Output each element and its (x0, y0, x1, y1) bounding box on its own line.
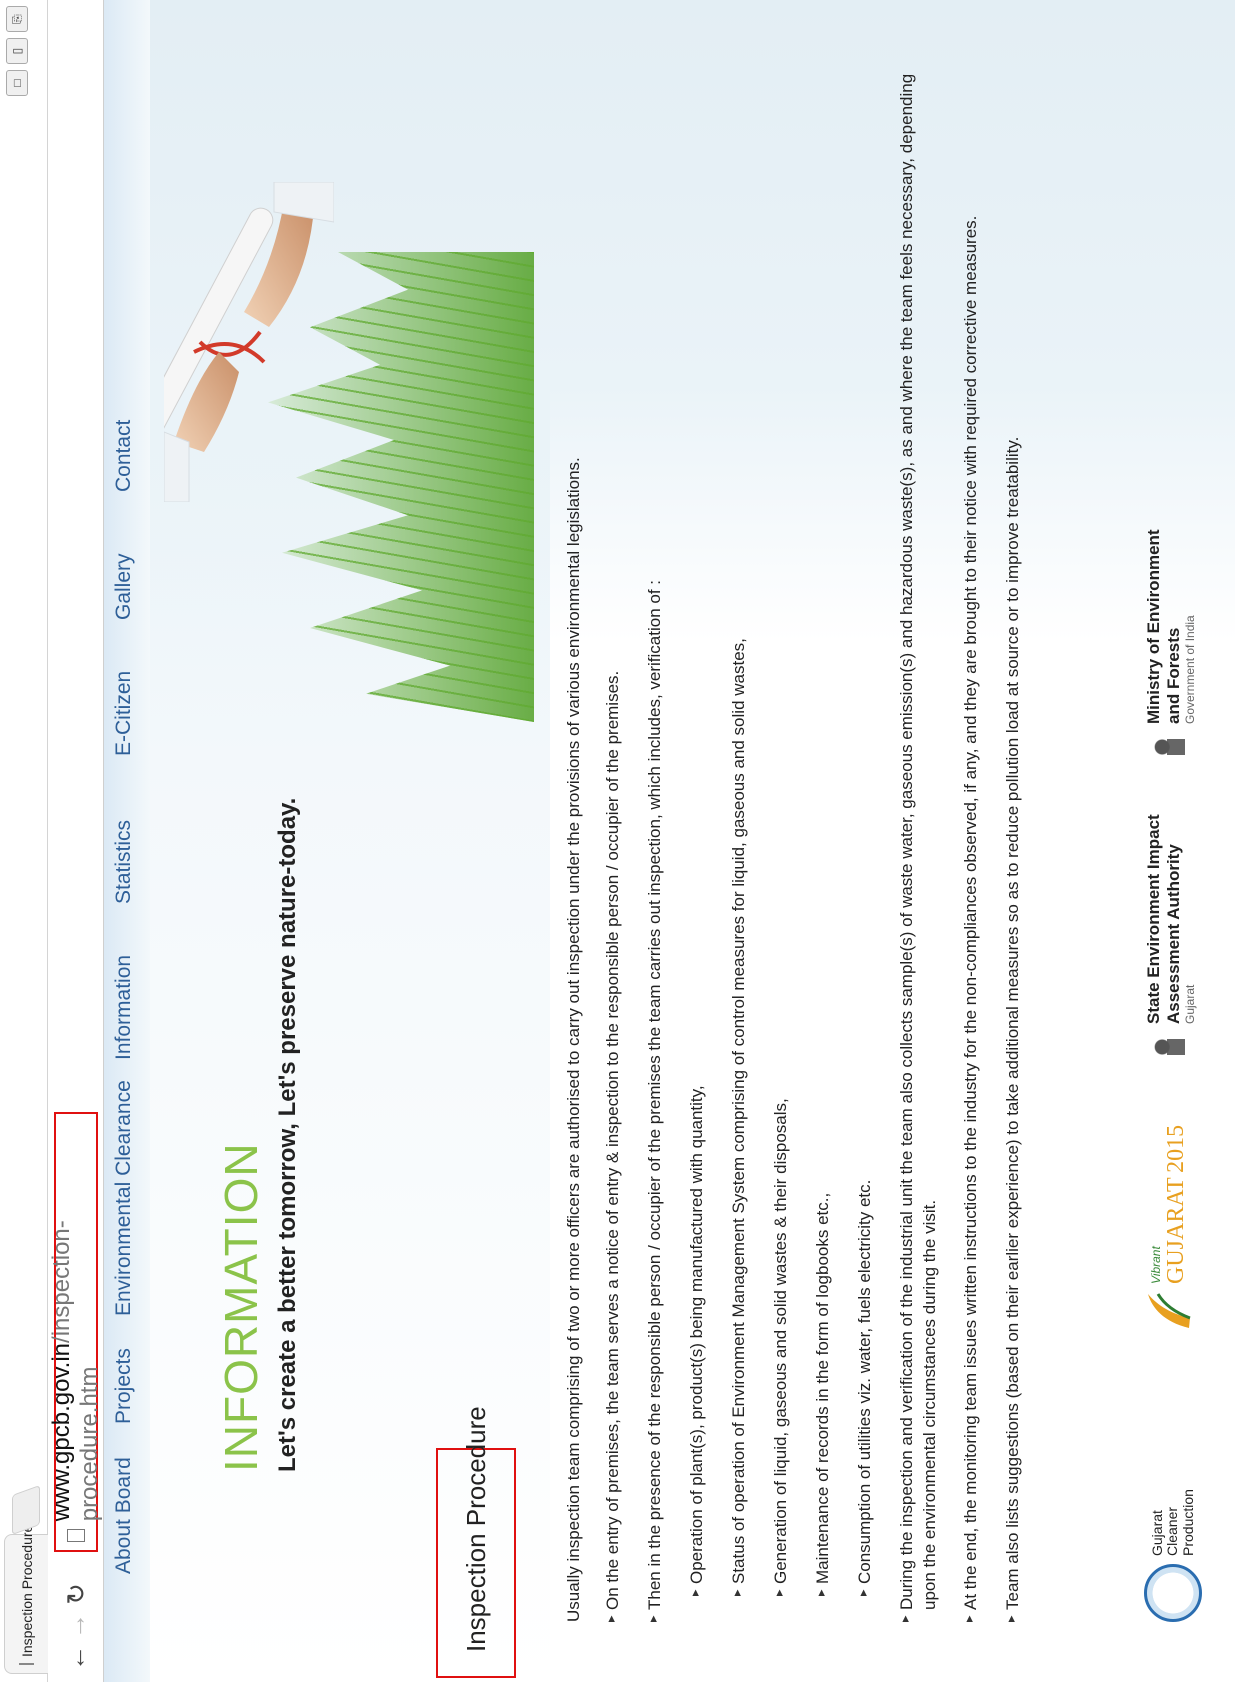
hero-hands-scroll-image (164, 182, 334, 502)
site-navbar: About Board Projects Environmental Clear… (104, 0, 150, 1682)
browser-tabstrip: Inspection Procedure × □ ▯ ⎘ (0, 0, 48, 1682)
section-title: Inspection Procedure (460, 1406, 491, 1652)
procedure-list-continued: During the inspection and verification o… (896, 32, 1026, 1622)
nav-contact[interactable]: Contact (112, 420, 136, 492)
info-heading: INFORMATION (215, 1142, 267, 1472)
minimize-button[interactable]: □ (6, 70, 28, 96)
moef-text: Ministry of Environment and Forests Gove… (1144, 529, 1198, 724)
nav-information[interactable]: Information (112, 955, 136, 1060)
new-tab-button[interactable] (12, 1484, 40, 1536)
vibrant-gujarat-text: Vibrant GUJARAT 2015 (1148, 1124, 1189, 1284)
gujarat-cleaner-production-logo[interactable]: Gujarat Cleaner Production (1144, 1489, 1202, 1622)
section-heading: Inspection Procedure (436, 1406, 516, 1678)
nav-projects[interactable]: Projects (112, 1348, 136, 1424)
url-text: www.gpcb.gov.in/inspection-procedure.htm (48, 1114, 104, 1521)
list-item: Consumption of utilities viz. water, fue… (854, 32, 877, 1596)
restore-button[interactable]: ⎘ (6, 6, 28, 32)
nav-environmental-clearance[interactable]: Environmental Clearance (112, 1080, 136, 1316)
browser-toolbar: ← → ↻ www.gpcb.gov.in/inspection-procedu… (48, 0, 104, 1682)
seiaa-logo[interactable]: State Environment Impact Assessment Auth… (1144, 814, 1197, 1062)
list-item: On the entry of premises, the team serve… (602, 32, 625, 1622)
content-body: Usually inspection team comprising of tw… (564, 32, 1044, 1622)
nav-e-citizen[interactable]: E-Citizen (112, 671, 136, 756)
forward-arrow-icon[interactable]: → (60, 1610, 92, 1642)
window-controls: □ ▯ ⎘ (6, 6, 28, 96)
intro-paragraph: Usually inspection team comprising of tw… (564, 457, 583, 1622)
reload-icon[interactable]: ↻ (60, 1578, 92, 1610)
list-item: Team also lists suggestions (based on th… (1002, 32, 1025, 1622)
verification-list: Operation of plant(s), product(s) being … (686, 32, 877, 1622)
nav-statistics[interactable]: Statistics (112, 820, 136, 904)
address-bar[interactable]: www.gpcb.gov.in/inspection-procedure.htm (48, 1112, 103, 1552)
tagline: Let's create a better tomorrow, Let's pr… (274, 797, 301, 1472)
national-emblem-icon (1148, 732, 1193, 762)
browser-tab[interactable]: Inspection Procedure × (4, 1510, 48, 1674)
tab-title: Inspection Procedure (18, 1524, 35, 1657)
page-icon (67, 1529, 85, 1542)
seiaa-text: State Environment Impact Assessment Auth… (1144, 814, 1198, 1024)
vibrant-gujarat-swoosh-icon (1148, 1293, 1191, 1328)
nav-about-board[interactable]: About Board (112, 1457, 136, 1574)
moef-logo[interactable]: Ministry of Environment and Forests Gove… (1144, 529, 1197, 762)
url-domain: www.gpcb.gov.in (48, 1342, 75, 1522)
procedure-list: On the entry of premises, the team serve… (602, 32, 667, 1622)
list-item: Maintenance of records in the form of lo… (812, 32, 835, 1596)
gcp-text: Gujarat Cleaner Production (1148, 1489, 1196, 1556)
nav-gallery[interactable]: Gallery (112, 553, 136, 620)
gcp-emblem-icon (1144, 1564, 1202, 1622)
list-item: During the inspection and verification o… (896, 32, 942, 1622)
national-emblem-icon (1148, 1032, 1193, 1062)
back-arrow-icon[interactable]: ← (60, 1642, 92, 1674)
list-item: Generation of liquid, gaseous and solid … (770, 32, 793, 1596)
page-icon (19, 1663, 34, 1665)
maximize-button[interactable]: ▯ (6, 38, 28, 64)
hero-text: INFORMATION Let's create a better tomorr… (214, 798, 302, 1472)
footer-logos: Gujarat Cleaner Production Vibrant GUJAR… (1134, 522, 1234, 1622)
rotated-screenshot: Inspection Procedure × □ ▯ ⎘ ← → ↻ www.g… (0, 0, 1235, 1682)
list-item: At the end, the monitoring team issues w… (960, 32, 983, 1622)
list-item: Operation of plant(s), product(s) being … (686, 32, 709, 1596)
list-item: Then in the presence of the responsible … (644, 32, 667, 1622)
list-item: Status of operation of Environment Manag… (728, 32, 751, 1596)
website: About Board Projects Environmental Clear… (104, 0, 1235, 1682)
vibrant-gujarat-logo[interactable]: Vibrant GUJARAT 2015 (1144, 1125, 1194, 1332)
